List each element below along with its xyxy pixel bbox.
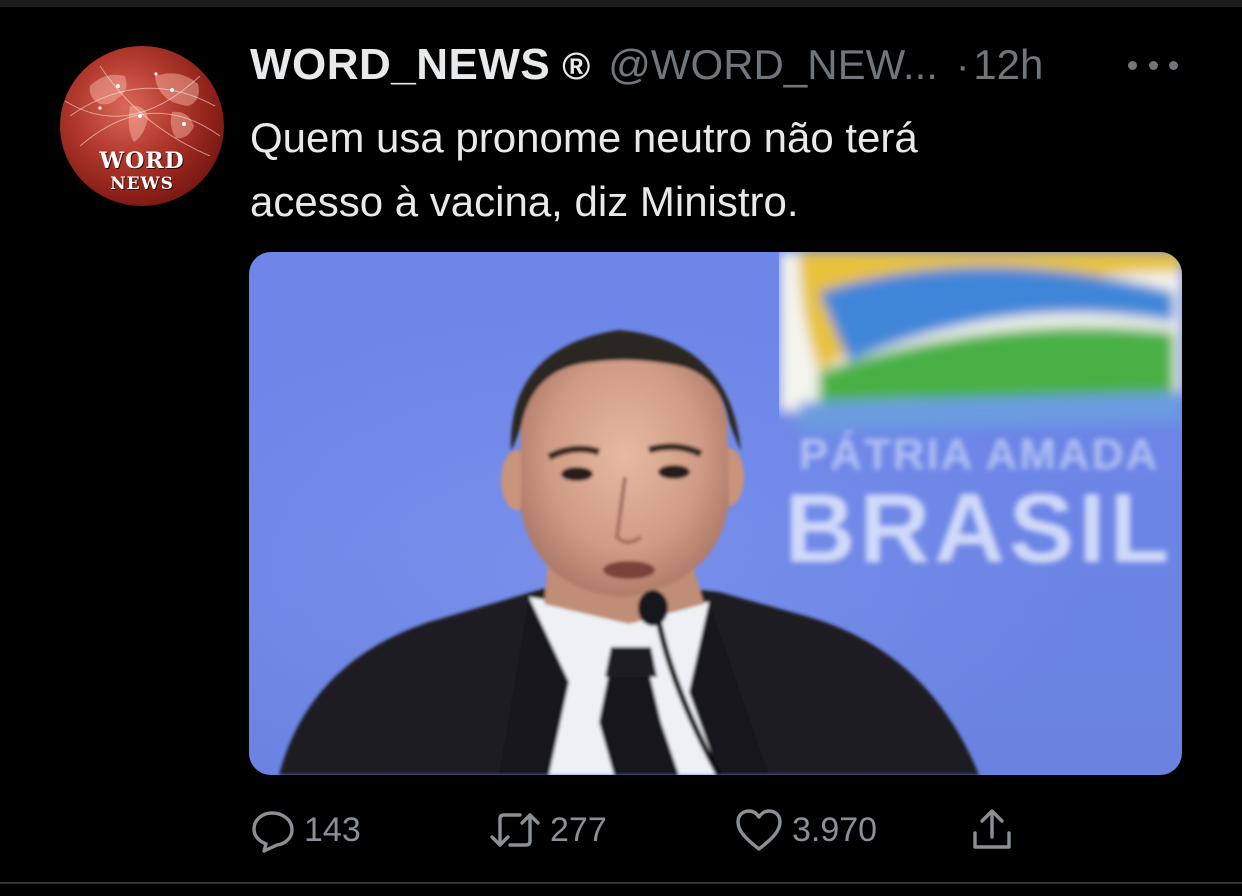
reply-button[interactable]: 143	[250, 800, 361, 860]
avatar-logo-news: NEWS	[110, 174, 174, 194]
reply-count: 143	[304, 810, 361, 849]
share-button[interactable]	[970, 800, 1014, 860]
share-icon	[973, 809, 1011, 849]
tweet-header: WORD_NEWS ® @WORD_NEW... · 12h	[250, 40, 1043, 96]
reply-icon	[252, 811, 294, 853]
retweet-icon	[490, 813, 540, 847]
heart-icon	[736, 809, 782, 851]
avatar-logo-word: WORD	[99, 148, 185, 174]
top-divider	[0, 0, 1242, 7]
dot	[1169, 60, 1178, 70]
more-options-icon[interactable]	[1128, 52, 1178, 78]
dot	[1128, 60, 1137, 70]
like-button[interactable]: 3.970	[734, 800, 877, 860]
author-display-name[interactable]: WORD_NEWS	[250, 40, 550, 90]
tweet-text: Quem usa pronome neutro não terá acesso …	[250, 106, 1150, 234]
tweet-text-line: acesso à vacina, diz Ministro.	[250, 178, 799, 225]
like-count: 3.970	[792, 810, 878, 849]
author-handle[interactable]: @WORD_NEW...	[608, 41, 938, 89]
avatar[interactable]: WORD NEWS	[60, 46, 224, 206]
bottom-divider	[0, 882, 1242, 884]
header-separator: ·	[955, 44, 970, 88]
tweet-screen: WORD NEWS WORD_NEWS ® @WORD_NEW... · 12h…	[0, 0, 1242, 896]
tweet-timestamp[interactable]: 12h	[973, 41, 1043, 89]
retweet-count: 277	[550, 810, 607, 849]
registered-mark: ®	[562, 46, 591, 88]
tweet-text-line: Quem usa pronome neutro não terá	[250, 114, 918, 161]
dot	[1148, 60, 1158, 70]
speaker-photo	[279, 330, 979, 775]
retweet-button[interactable]: 277	[488, 800, 607, 860]
tweet-photo[interactable]: PÁTRIA AMADA BRASIL	[249, 252, 1182, 775]
tweet-action-bar: 143 277 3.970	[250, 800, 1050, 860]
